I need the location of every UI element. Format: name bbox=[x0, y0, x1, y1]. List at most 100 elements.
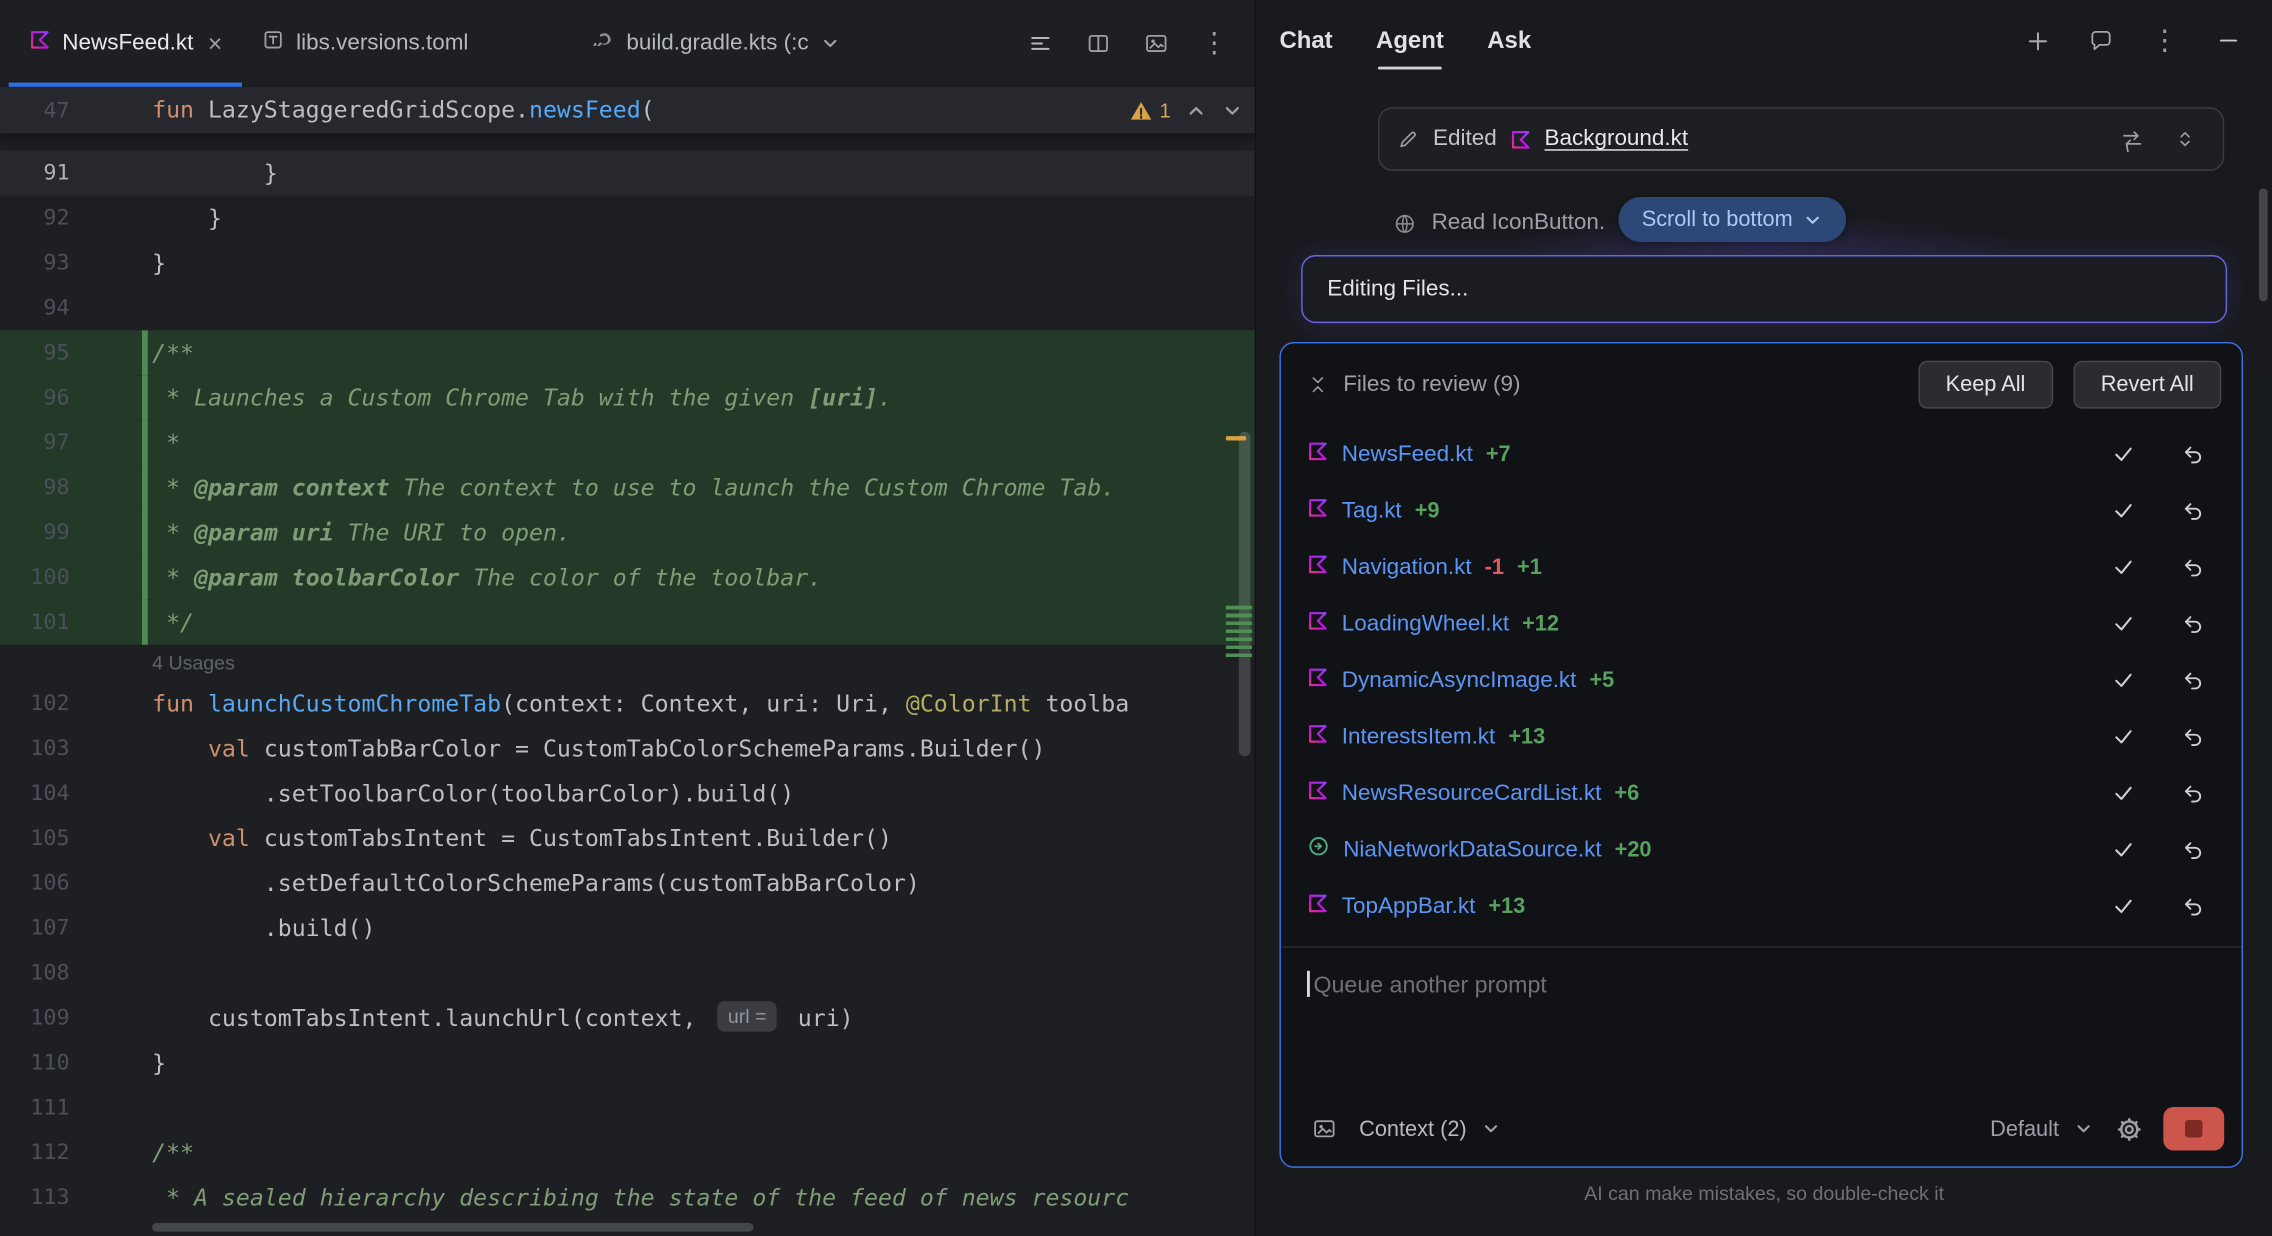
accept-file-check-icon[interactable] bbox=[2102, 547, 2143, 588]
expand-icon[interactable] bbox=[2165, 119, 2206, 160]
code-line[interactable]: 92 } bbox=[0, 196, 1255, 241]
warning-icon[interactable]: 1 bbox=[1129, 87, 1171, 133]
accept-file-check-icon[interactable] bbox=[2102, 717, 2143, 758]
chat-history-icon[interactable] bbox=[2081, 20, 2122, 61]
editor-vertical-scrollbar[interactable] bbox=[1239, 432, 1251, 757]
code-line[interactable]: 91 } bbox=[0, 151, 1255, 196]
code-line[interactable]: 104 .setToolbarColor(toolbarColor).build… bbox=[0, 771, 1255, 816]
accept-file-check-icon[interactable] bbox=[2102, 434, 2143, 475]
line-number[interactable]: 105 bbox=[0, 816, 145, 861]
code-line[interactable]: 112/** bbox=[0, 1130, 1255, 1175]
minimize-icon[interactable] bbox=[2208, 20, 2249, 61]
accept-file-check-icon[interactable] bbox=[2102, 830, 2143, 871]
line-number[interactable]: 92 bbox=[0, 196, 145, 241]
line-number[interactable]: 108 bbox=[0, 951, 145, 996]
usages-hint[interactable]: 4 Usages bbox=[0, 645, 1255, 681]
line-number[interactable]: 109 bbox=[0, 995, 145, 1040]
accept-file-check-icon[interactable] bbox=[2102, 490, 2143, 531]
collapse-all-icon[interactable] bbox=[1307, 374, 1329, 396]
chevron-down-icon[interactable] bbox=[2073, 1119, 2093, 1139]
code-line[interactable]: 97 * bbox=[0, 420, 1255, 465]
code-line[interactable]: 105 val customTabsIntent = CustomTabsInt… bbox=[0, 816, 1255, 861]
file-name-link[interactable]: InterestsItem.kt bbox=[1342, 724, 1496, 750]
revert-file-undo-icon[interactable] bbox=[2172, 660, 2213, 701]
revert-file-undo-icon[interactable] bbox=[2172, 886, 2213, 927]
line-number[interactable]: 98 bbox=[0, 465, 145, 510]
prompt-input[interactable]: Queue another prompt bbox=[1281, 948, 2242, 1091]
line-number[interactable]: 94 bbox=[0, 285, 145, 330]
editor-horizontal-scrollbar[interactable] bbox=[152, 1223, 753, 1232]
chat-scrollbar[interactable] bbox=[2259, 188, 2268, 301]
attach-image-icon[interactable] bbox=[1304, 1108, 1345, 1149]
code-line[interactable]: 94 bbox=[0, 285, 1255, 330]
code-line[interactable]: 113 * A sealed hierarchy describing the … bbox=[0, 1175, 1255, 1220]
code-line[interactable]: 101 */ bbox=[0, 600, 1255, 645]
line-number[interactable]: 99 bbox=[0, 510, 145, 555]
stop-button[interactable] bbox=[2163, 1107, 2224, 1150]
next-warning-icon[interactable] bbox=[1221, 99, 1243, 121]
preview-icon[interactable] bbox=[1136, 23, 1177, 64]
revert-file-undo-icon[interactable] bbox=[2172, 773, 2213, 814]
editor-tab[interactable]: libs.versions.toml bbox=[243, 0, 489, 87]
edited-file-link[interactable]: Background.kt bbox=[1545, 126, 1689, 152]
keep-all-button[interactable]: Keep All bbox=[1918, 361, 2053, 409]
code-line[interactable]: 111 bbox=[0, 1085, 1255, 1130]
revert-file-undo-icon[interactable] bbox=[2172, 604, 2213, 645]
line-number[interactable]: 97 bbox=[0, 420, 145, 465]
code-line[interactable]: 107 .build() bbox=[0, 906, 1255, 951]
code-line[interactable]: 98 * @param context The context to use t… bbox=[0, 465, 1255, 510]
revert-file-undo-icon[interactable] bbox=[2172, 547, 2213, 588]
code-line[interactable]: 103 val customTabBarColor = CustomTabCol… bbox=[0, 726, 1255, 771]
line-number[interactable]: 102 bbox=[0, 681, 145, 726]
code-line[interactable]: 100 * @param toolbarColor The color of t… bbox=[0, 555, 1255, 600]
code-editor[interactable]: 91 }92 }93}9495/**96 * Launches a Custom… bbox=[0, 151, 1255, 1220]
revert-file-undo-icon[interactable] bbox=[2172, 830, 2213, 871]
gear-icon[interactable] bbox=[2108, 1108, 2149, 1149]
revert-file-undo-icon[interactable] bbox=[2172, 717, 2213, 758]
code-line[interactable]: 109 customTabsIntent.launchUrl(context, … bbox=[0, 995, 1255, 1040]
chat-tab-agent[interactable]: Agent bbox=[1376, 0, 1444, 81]
line-number[interactable]: 110 bbox=[0, 1040, 145, 1085]
accept-file-check-icon[interactable] bbox=[2102, 604, 2143, 645]
file-name-link[interactable]: NewsFeed.kt bbox=[1342, 441, 1473, 467]
accept-file-check-icon[interactable] bbox=[2102, 660, 2143, 701]
line-number[interactable]: 95 bbox=[0, 330, 145, 375]
code-line[interactable]: 102fun launchCustomChromeTab(context: Co… bbox=[0, 681, 1255, 726]
more-options-icon[interactable]: ⋮ bbox=[1194, 23, 1235, 64]
line-number[interactable]: 91 bbox=[0, 151, 145, 196]
file-name-link[interactable]: DynamicAsyncImage.kt bbox=[1342, 667, 1577, 693]
line-number[interactable]: 93 bbox=[0, 241, 145, 286]
code-line[interactable]: 99 * @param uri The URI to open. bbox=[0, 510, 1255, 555]
code-line[interactable]: 110} bbox=[0, 1040, 1255, 1085]
line-number[interactable]: 113 bbox=[0, 1175, 145, 1220]
parameter-hint-inlay[interactable]: url = bbox=[718, 1001, 777, 1031]
code-line[interactable]: 96 * Launches a Custom Chrome Tab with t… bbox=[0, 375, 1255, 420]
new-chat-icon[interactable] bbox=[2017, 20, 2058, 61]
accept-file-check-icon[interactable] bbox=[2102, 886, 2143, 927]
diff-icon[interactable] bbox=[2111, 119, 2152, 160]
context-selector[interactable]: Context (2) bbox=[1359, 1116, 1467, 1141]
revert-file-undo-icon[interactable] bbox=[2172, 434, 2213, 475]
line-number[interactable]: 96 bbox=[0, 375, 145, 420]
code-line[interactable]: 93} bbox=[0, 241, 1255, 286]
accept-file-check-icon[interactable] bbox=[2102, 773, 2143, 814]
file-name-link[interactable]: LoadingWheel.kt bbox=[1342, 611, 1509, 637]
file-name-link[interactable]: NiaNetworkDataSource.kt bbox=[1343, 837, 1601, 863]
line-number[interactable]: 112 bbox=[0, 1130, 145, 1175]
revert-file-undo-icon[interactable] bbox=[2172, 490, 2213, 531]
chevron-down-icon[interactable] bbox=[1481, 1119, 1501, 1139]
prev-warning-icon[interactable] bbox=[1185, 99, 1207, 121]
sticky-line[interactable]: 47 fun LazyStaggeredGridScope.newsFeed( … bbox=[0, 87, 1255, 133]
file-name-link[interactable]: Navigation.kt bbox=[1342, 554, 1472, 580]
file-name-link[interactable]: TopAppBar.kt bbox=[1342, 893, 1476, 919]
warning-stripe-mark[interactable] bbox=[1226, 436, 1246, 440]
editor-tab[interactable]: NewsFeed.kt× bbox=[9, 0, 243, 87]
file-name-link[interactable]: NewsResourceCardList.kt bbox=[1342, 780, 1602, 806]
code-line[interactable]: 108 bbox=[0, 951, 1255, 996]
chat-more-icon[interactable]: ⋮ bbox=[2144, 20, 2185, 61]
lines-icon[interactable] bbox=[1020, 23, 1061, 64]
line-number[interactable]: 101 bbox=[0, 600, 145, 645]
edited-file-card[interactable]: Edited Background.kt bbox=[1378, 107, 2224, 171]
scroll-to-bottom-button[interactable]: Scroll to bottom bbox=[1619, 197, 1847, 242]
chevron-down-icon[interactable] bbox=[820, 33, 840, 53]
